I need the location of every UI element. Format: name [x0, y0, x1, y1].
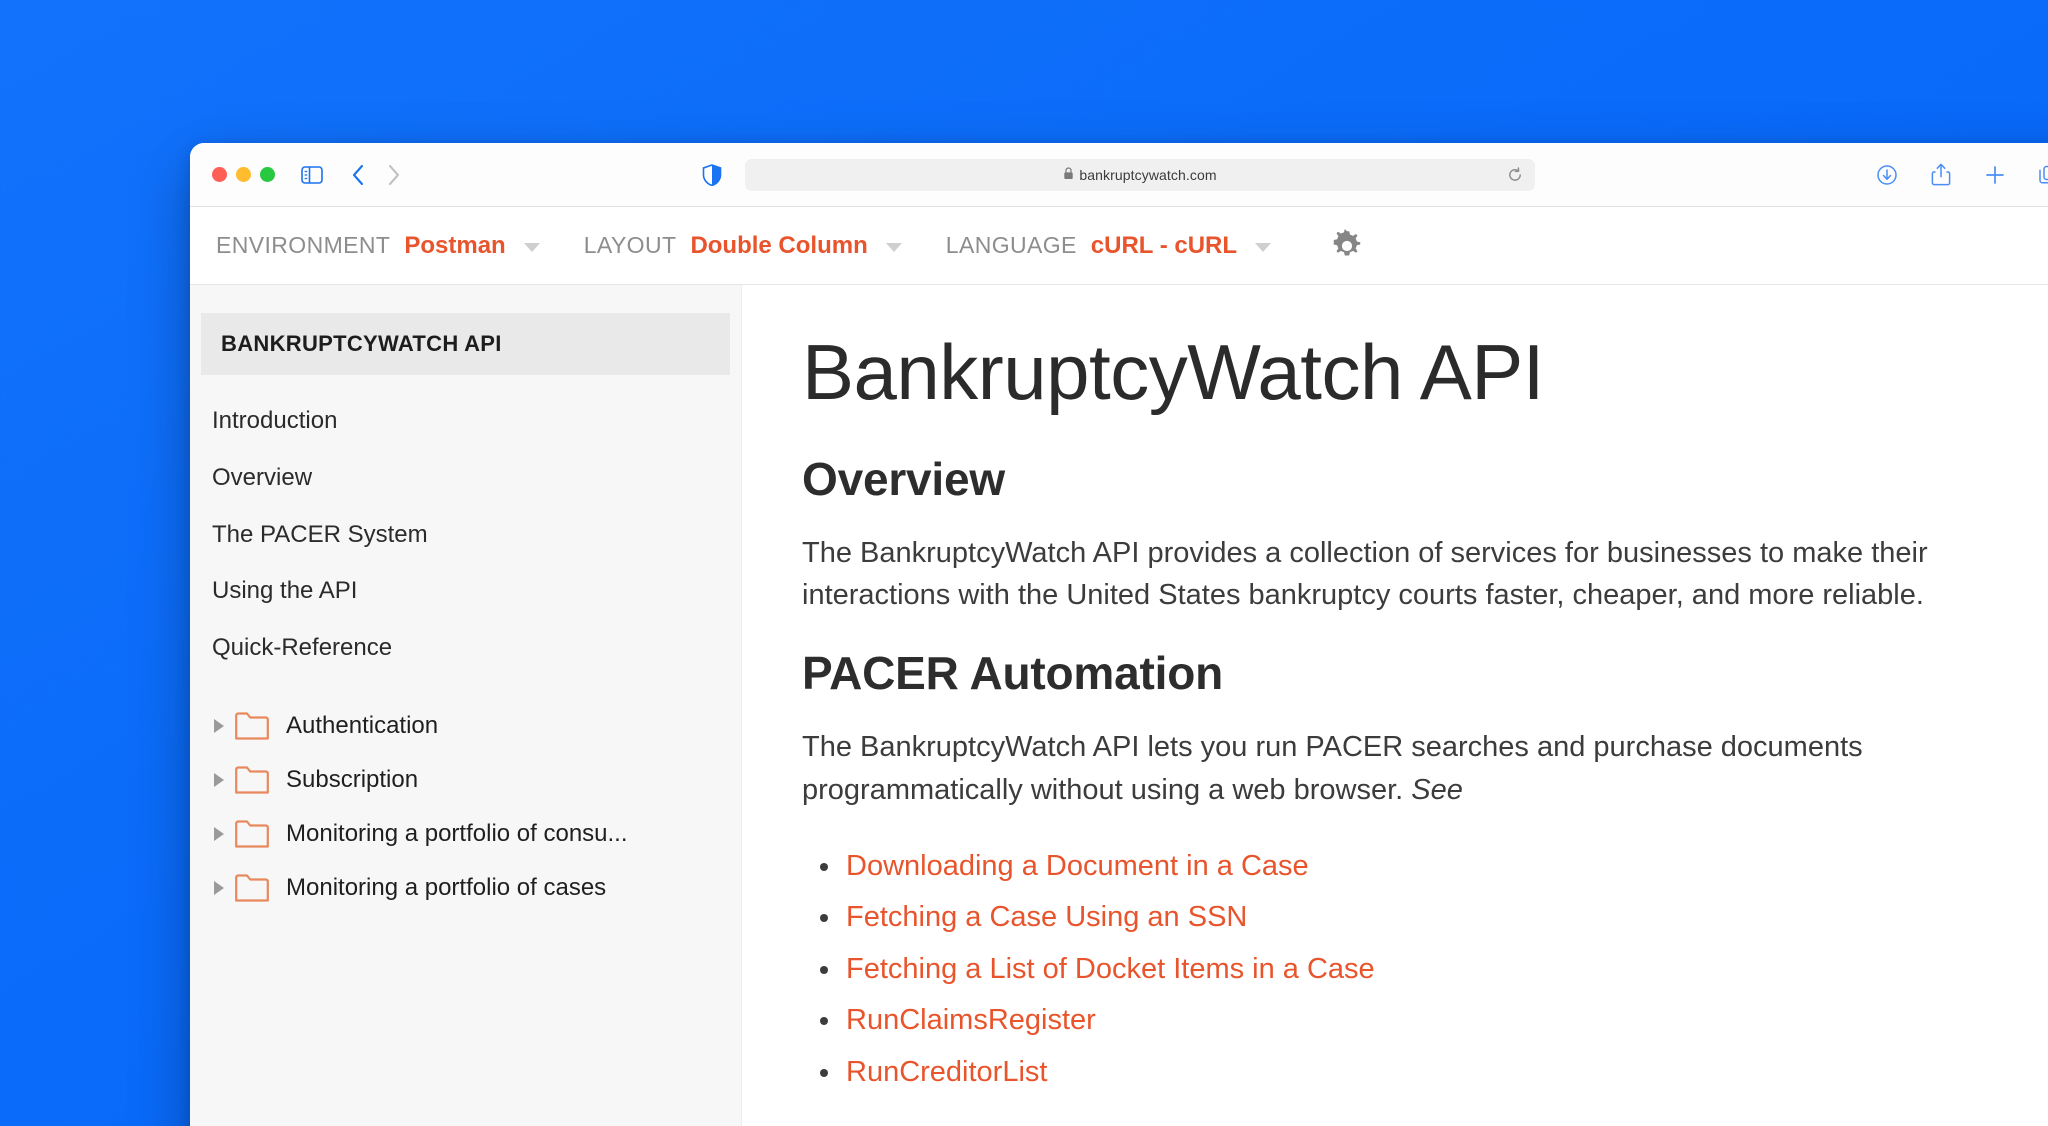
navigation-arrows [343, 160, 415, 190]
link-runclaimsregister[interactable]: RunClaimsRegister [846, 1004, 1096, 1036]
sidebar-item-overview[interactable]: Overview [190, 450, 741, 507]
triangle-right-icon[interactable] [208, 719, 230, 733]
link-fetching-a-case-using-an-ssn[interactable]: Fetching a Case Using an SSN [846, 901, 1247, 933]
privacy-shield-icon[interactable] [703, 164, 722, 186]
link-runcreditorlist[interactable]: RunCreditorList [846, 1056, 1047, 1088]
environment-value: Postman [404, 232, 505, 260]
folder-icon [230, 765, 274, 795]
section-heading-pacer-automation: PACER Automation [802, 646, 2048, 700]
browser-actions [1872, 160, 2048, 190]
address-bar-container: bankruptcywatch.com [745, 159, 1535, 191]
pacer-paragraph-see: See [1411, 774, 1463, 806]
environment-label: ENVIRONMENT [216, 232, 390, 259]
sidebar-folder-label: Authentication [286, 712, 438, 740]
list-item: Fetching a List of Docket Items in a Cas… [846, 944, 2048, 996]
sidebar-folder-label: Monitoring a portfolio of consu... [286, 820, 628, 848]
maximize-window-button[interactable] [260, 167, 275, 182]
triangle-right-icon[interactable] [208, 881, 230, 895]
tab-overview-icon[interactable] [2034, 160, 2048, 190]
sidebar-item-quick-reference[interactable]: Quick-Reference [190, 620, 741, 677]
sidebar-folder-subscription[interactable]: Subscription [190, 753, 741, 807]
sidebar-folder-label: Subscription [286, 766, 418, 794]
browser-toolbar: bankruptcywatch.com [190, 143, 2048, 207]
list-item: RunClaimsRegister [846, 995, 2048, 1047]
environment-selector[interactable]: ENVIRONMENT Postman [216, 232, 540, 260]
section-heading-overview: Overview [802, 452, 2048, 506]
reload-icon[interactable] [1507, 167, 1523, 183]
layout-value: Double Column [690, 232, 867, 260]
close-window-button[interactable] [212, 167, 227, 182]
browser-window: bankruptcywatch.com [190, 143, 2048, 1126]
gear-icon[interactable] [1325, 224, 1369, 268]
overview-paragraph: The BankruptcyWatch API provides a colle… [802, 532, 2048, 616]
sidebar-folder-list: Authentication Subscription [190, 677, 741, 915]
sidebar-folder-authentication[interactable]: Authentication [190, 699, 741, 753]
sidebar-item-introduction[interactable]: Introduction [190, 393, 741, 450]
share-icon[interactable] [1926, 160, 1956, 190]
sidebar-title[interactable]: BANKRUPTCYWATCH API [201, 313, 730, 375]
link-fetching-a-list-of-docket-items-in-a-case[interactable]: Fetching a List of Docket Items in a Cas… [846, 953, 1375, 985]
pacer-paragraph-main: The BankruptcyWatch API lets you run PAC… [802, 731, 1863, 805]
sidebar-nav-list: Introduction Overview The PACER System U… [190, 375, 741, 677]
minimize-window-button[interactable] [236, 167, 251, 182]
sidebar-folder-monitoring-consumers[interactable]: Monitoring a portfolio of consu... [190, 807, 741, 861]
link-downloading-a-document-in-a-case[interactable]: Downloading a Document in a Case [846, 850, 1309, 882]
chevron-down-icon[interactable] [1255, 243, 1271, 252]
address-bar[interactable]: bankruptcywatch.com [745, 159, 1535, 191]
layout-selector[interactable]: LAYOUT Double Column [584, 232, 902, 260]
page-title: BankruptcyWatch API [802, 329, 2048, 416]
main-content: BankruptcyWatch API Overview The Bankrup… [742, 285, 2048, 1126]
sidebar-folder-monitoring-cases[interactable]: Monitoring a portfolio of cases [190, 861, 741, 915]
chevron-right-icon[interactable] [379, 160, 409, 190]
sidebar-toggle-icon[interactable] [297, 160, 327, 190]
sidebar: BANKRUPTCYWATCH API Introduction Overvie… [190, 285, 742, 1126]
downloads-icon[interactable] [1872, 160, 1902, 190]
address-bar-text: bankruptcywatch.com [1079, 167, 1216, 183]
list-item: Fetching a Case Using an SSN [846, 892, 2048, 944]
folder-icon [230, 873, 274, 903]
pacer-link-list: Downloading a Document in a Case Fetchin… [802, 841, 2048, 1099]
language-selector[interactable]: LANGUAGE cURL - cURL [946, 232, 1271, 260]
pacer-paragraph: The BankruptcyWatch API lets you run PAC… [802, 726, 2048, 810]
chevron-left-icon[interactable] [343, 160, 373, 190]
folder-icon [230, 711, 274, 741]
language-label: LANGUAGE [946, 232, 1077, 259]
language-value: cURL - cURL [1091, 232, 1237, 260]
triangle-right-icon[interactable] [208, 827, 230, 841]
window-controls [212, 167, 275, 182]
chevron-down-icon[interactable] [886, 243, 902, 252]
sidebar-item-the-pacer-system[interactable]: The PACER System [190, 507, 741, 564]
folder-icon [230, 819, 274, 849]
plus-icon[interactable] [1980, 160, 2010, 190]
triangle-right-icon[interactable] [208, 773, 230, 787]
documentation-body: BANKRUPTCYWATCH API Introduction Overvie… [190, 285, 2048, 1126]
sidebar-folder-label: Monitoring a portfolio of cases [286, 874, 606, 902]
layout-label: LAYOUT [584, 232, 677, 259]
lock-icon [1063, 167, 1074, 183]
list-item: Downloading a Document in a Case [846, 841, 2048, 893]
documentation-toolbar: ENVIRONMENT Postman LAYOUT Double Column… [190, 207, 2048, 285]
list-item: RunCreditorList [846, 1047, 2048, 1099]
sidebar-item-using-the-api[interactable]: Using the API [190, 563, 741, 620]
chevron-down-icon[interactable] [524, 243, 540, 252]
